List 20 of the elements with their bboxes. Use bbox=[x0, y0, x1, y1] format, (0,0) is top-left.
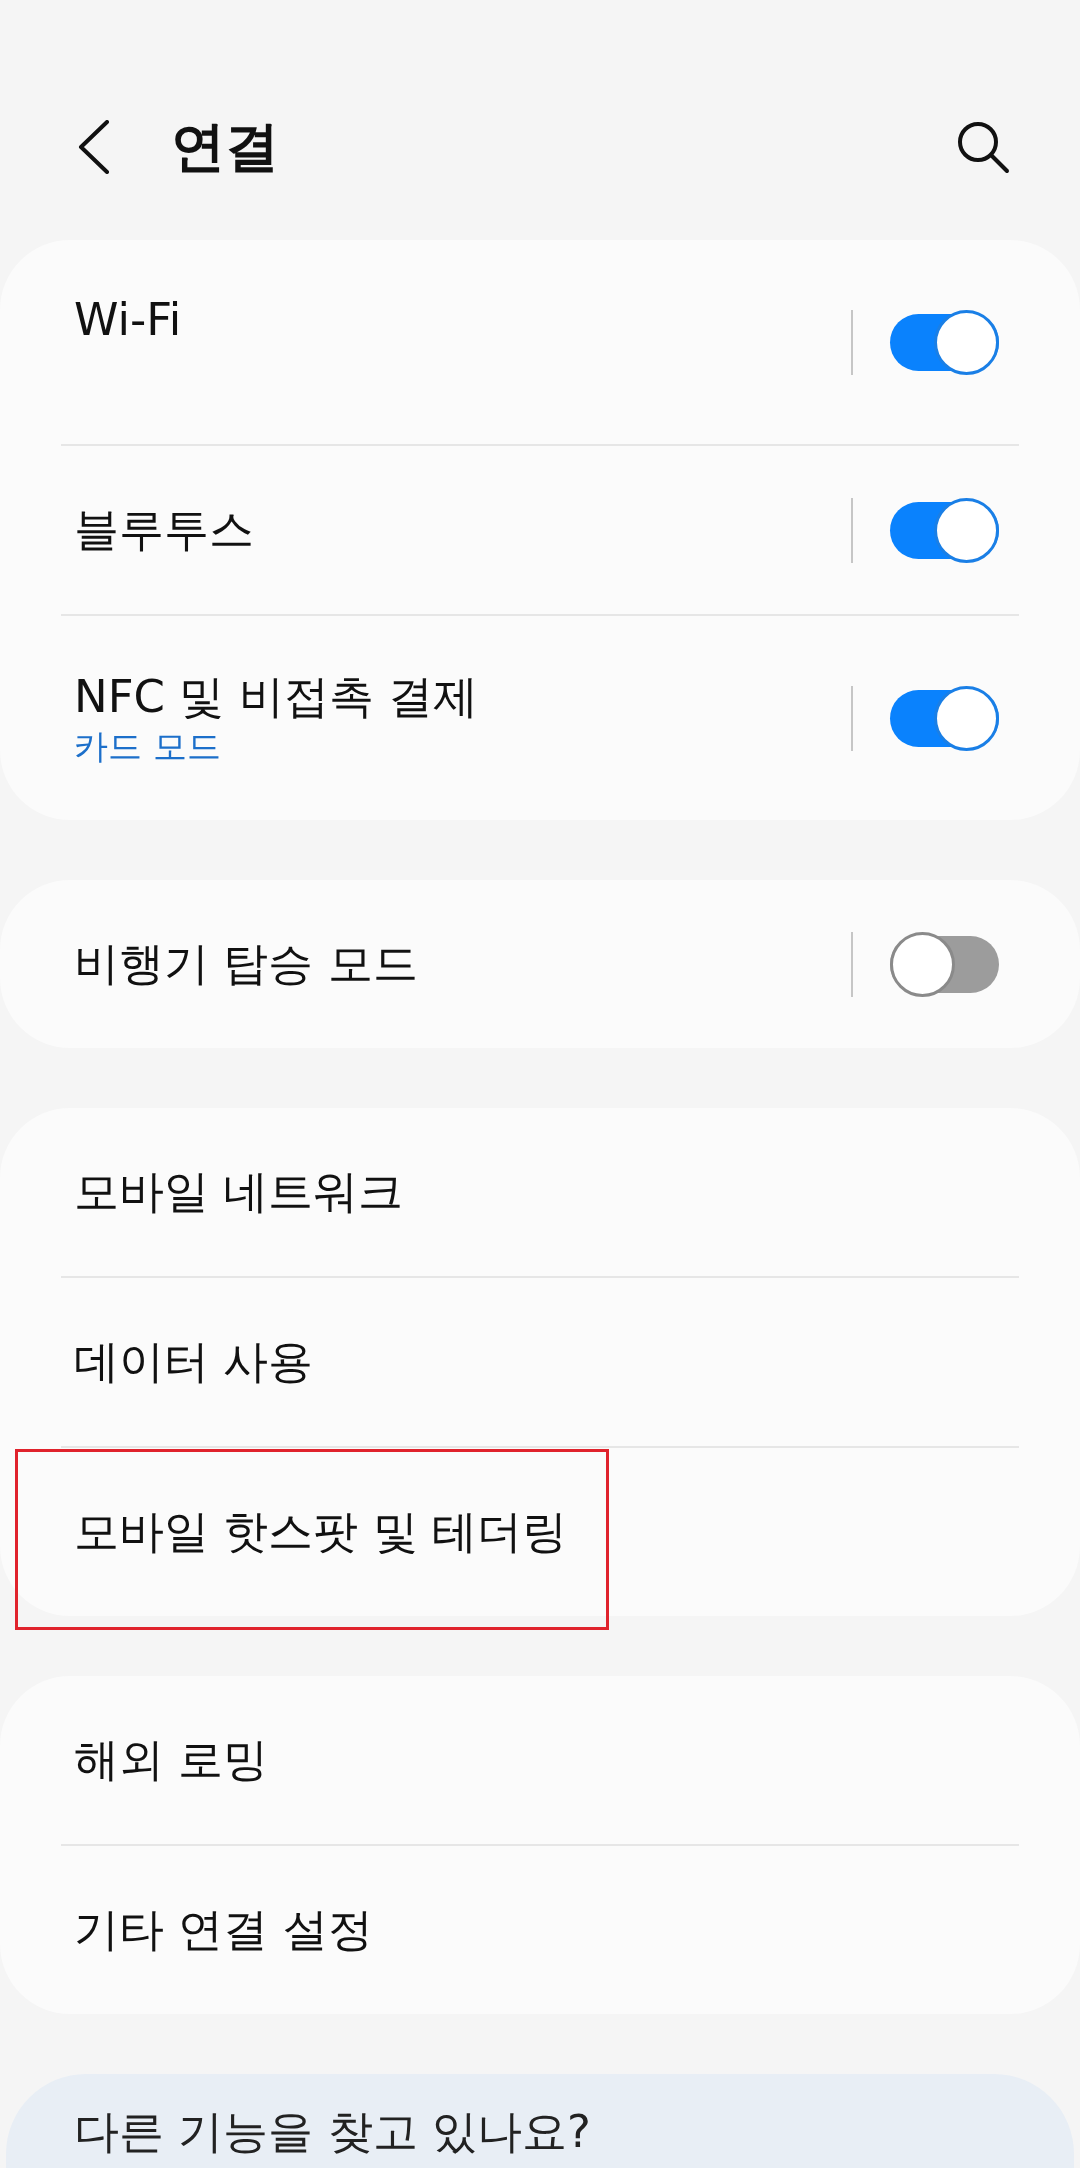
toggle-switch[interactable] bbox=[890, 685, 999, 751]
toggle-switch[interactable] bbox=[890, 497, 999, 563]
setting-item[interactable]: 해외 로밍 bbox=[74, 1732, 269, 1788]
back-button[interactable] bbox=[78, 120, 110, 174]
search-icon bbox=[956, 120, 1010, 174]
setting-label: 블루투스 bbox=[74, 502, 254, 558]
setting-item[interactable]: 기타 연결 설정 bbox=[74, 1902, 373, 1958]
setting-label: 비행기 탑승 모드 bbox=[74, 936, 418, 992]
setting-item[interactable]: 데이터 사용 bbox=[74, 1334, 314, 1390]
suggestion-title: 다른 기능을 찾고 있나요? bbox=[74, 2104, 592, 2160]
search-button[interactable] bbox=[956, 120, 1010, 174]
back-icon bbox=[78, 120, 110, 174]
page-title: 연결 bbox=[171, 117, 279, 177]
setting-label: Wi-Fi bbox=[74, 292, 182, 348]
toggle-switch[interactable] bbox=[890, 931, 999, 997]
toggle-switch[interactable] bbox=[890, 309, 999, 375]
setting-status: 카드 모드 bbox=[74, 725, 222, 767]
setting-item[interactable]: 모바일 네트워크 bbox=[74, 1164, 404, 1220]
setting-item[interactable]: 모바일 핫스팟 및 테더링 bbox=[74, 1504, 567, 1560]
setting-label: NFC 및 비접촉 결제 bbox=[74, 669, 478, 725]
